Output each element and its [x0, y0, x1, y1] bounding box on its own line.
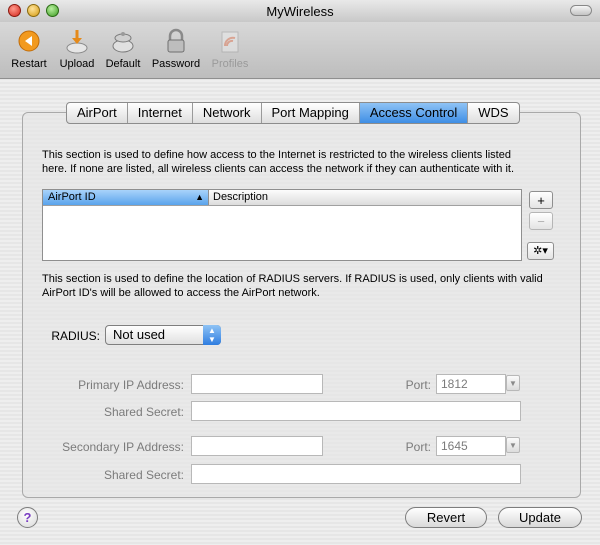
toolbar-toggle-button[interactable] — [570, 5, 592, 16]
radius-label: RADIUS: — [51, 329, 100, 343]
sort-ascending-icon: ▲ — [195, 192, 204, 202]
update-button[interactable]: Update — [498, 507, 582, 528]
primary-ip-field[interactable] — [191, 374, 323, 394]
popup-arrows-icon: ▲ ▼ — [203, 325, 221, 345]
gear-icon: ✲▾ — [533, 245, 548, 257]
primary-port-dropdown[interactable]: ▼ — [506, 375, 520, 391]
primary-port-field[interactable]: 1812 — [436, 374, 506, 394]
tab-port-mapping[interactable]: Port Mapping — [262, 103, 360, 123]
tab-network[interactable]: Network — [193, 103, 262, 123]
secondary-port-label: Port: — [405, 440, 431, 454]
primary-ip-label: Primary IP Address: — [78, 378, 184, 392]
tab-wds[interactable]: WDS — [468, 103, 518, 123]
secondary-secret-field[interactable] — [191, 464, 521, 484]
table-header: AirPort ID ▲ Description — [43, 190, 521, 206]
action-gear-button[interactable]: ✲▾ — [527, 242, 554, 260]
tab-airport[interactable]: AirPort — [67, 103, 128, 123]
restart-button[interactable]: Restart — [8, 26, 50, 70]
access-table[interactable]: AirPort ID ▲ Description — [42, 189, 522, 261]
help-button[interactable]: ? — [17, 507, 38, 528]
tab-access-control[interactable]: Access Control — [359, 103, 469, 123]
column-airport-id[interactable]: AirPort ID ▲ — [43, 190, 209, 205]
lock-icon — [161, 26, 191, 56]
password-button[interactable]: Password — [150, 26, 202, 70]
upload-icon — [62, 26, 92, 56]
default-button[interactable]: Default — [102, 26, 144, 70]
secondary-secret-label: Shared Secret: — [103, 468, 184, 482]
revert-button[interactable]: Revert — [405, 507, 487, 528]
upload-label: Upload — [59, 58, 95, 70]
help-icon: ? — [23, 510, 32, 525]
add-button[interactable]: + — [529, 191, 553, 209]
profiles-button[interactable]: Profiles — [208, 26, 252, 70]
chevron-down-icon: ▼ — [509, 441, 517, 450]
title-bar: MyWireless — [0, 0, 600, 23]
secondary-ip-field[interactable] — [191, 436, 323, 456]
primary-secret-field[interactable] — [191, 401, 521, 421]
access-description: This section is used to define how acces… — [42, 149, 515, 175]
profiles-icon — [215, 26, 245, 56]
tab-bar: AirPort Internet Network Port Mapping Ac… — [66, 102, 520, 124]
primary-port-label: Port: — [405, 378, 431, 392]
window-title: MyWireless — [266, 4, 334, 19]
column-description[interactable]: Description — [209, 190, 521, 205]
radius-select[interactable]: Not used ▲ ▼ — [105, 325, 221, 345]
default-icon — [108, 26, 138, 56]
chevron-down-icon: ▼ — [509, 379, 517, 388]
remove-button[interactable]: − — [529, 212, 553, 230]
secondary-port-field[interactable]: 1645 — [436, 436, 506, 456]
restart-label: Restart — [11, 58, 47, 70]
profiles-label: Profiles — [211, 58, 249, 70]
restart-icon — [14, 26, 44, 56]
password-label: Password — [151, 58, 201, 70]
default-label: Default — [105, 58, 141, 70]
tab-internet[interactable]: Internet — [128, 103, 193, 123]
app-window: MyWireless Restart Upload Default Passwo… — [0, 0, 600, 545]
secondary-port-dropdown[interactable]: ▼ — [506, 437, 520, 453]
upload-button[interactable]: Upload — [56, 26, 98, 70]
secondary-ip-label: Secondary IP Address: — [62, 440, 184, 454]
toolbar: Restart Upload Default Password Profiles — [0, 22, 600, 79]
radius-value: Not used — [113, 327, 166, 342]
radius-description: This section is used to define the locat… — [42, 273, 543, 299]
primary-secret-label: Shared Secret: — [103, 405, 184, 419]
